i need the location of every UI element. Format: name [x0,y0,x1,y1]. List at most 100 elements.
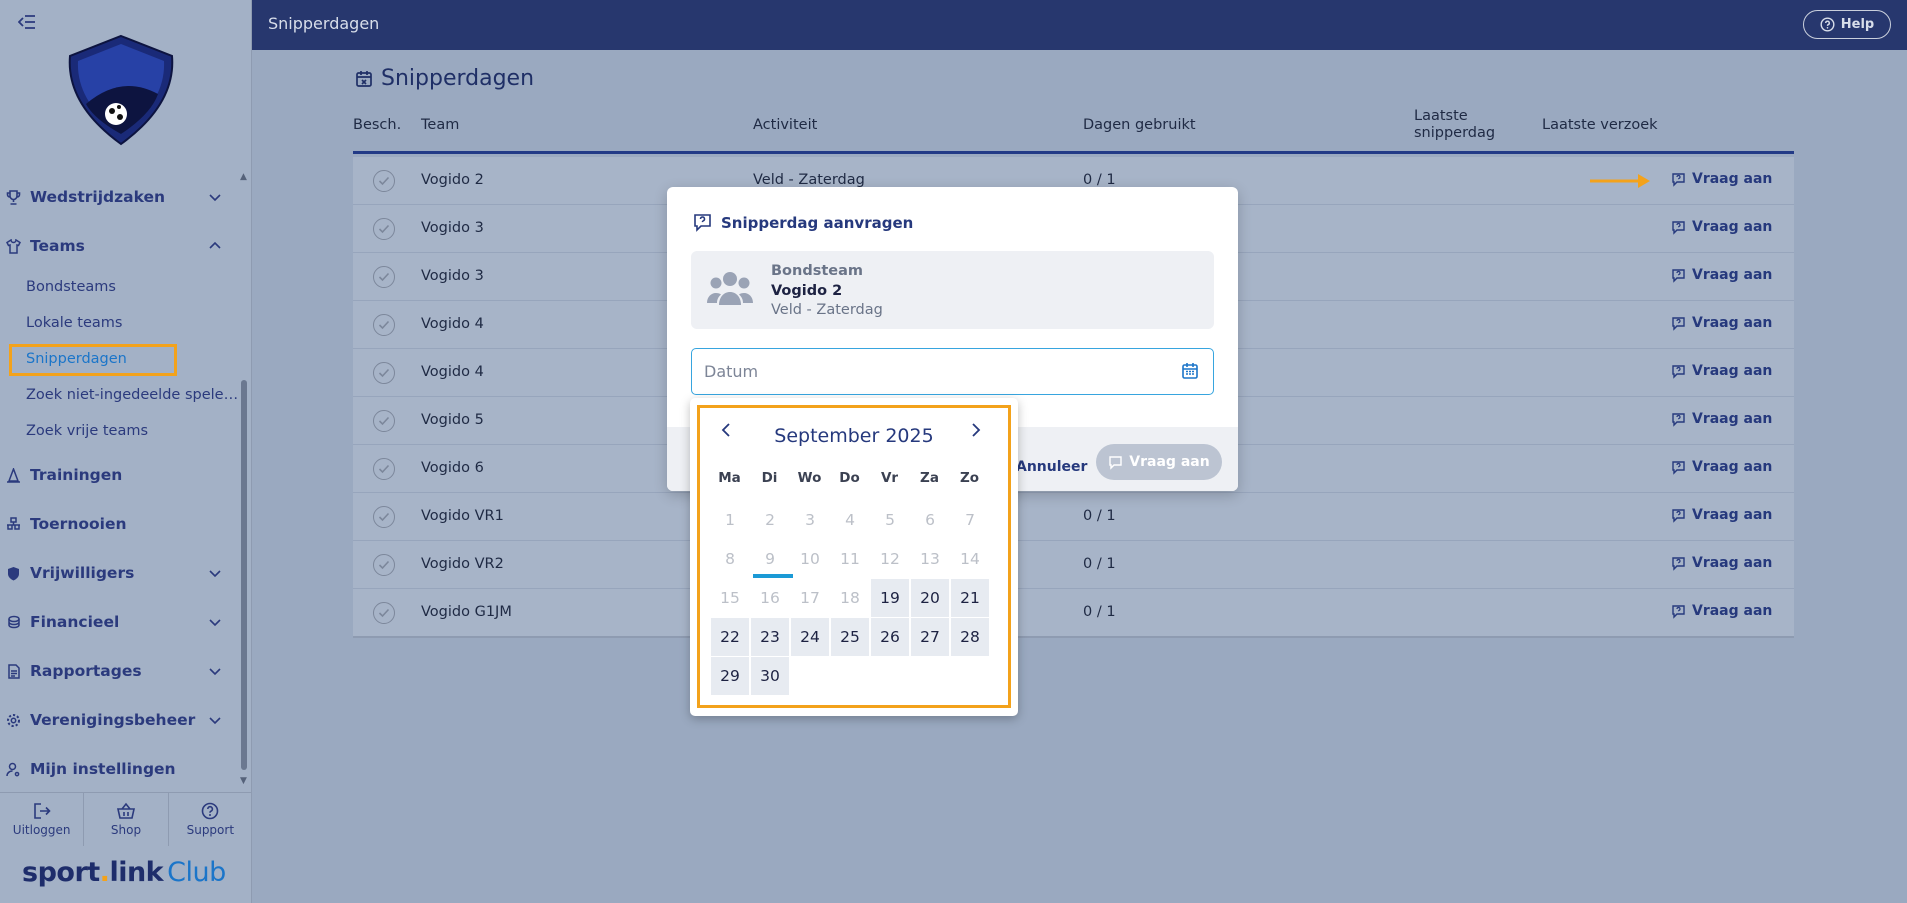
question-icon [202,802,219,820]
chevron-down-icon [208,664,222,678]
nav-vrijwilligers[interactable]: Vrijwilligers [0,556,236,590]
shop-button[interactable]: Shop [84,793,169,846]
team-activity: Veld - Zaterdag [771,302,883,318]
chat-question-icon [1672,556,1685,571]
nav-label: Financieel [30,613,120,631]
vraag-aan-link[interactable]: Vraag aan [1671,411,1772,427]
nav-teams[interactable]: Teams [0,229,236,263]
nav-label: Toernooien [30,515,127,533]
sidebar-item-zoek-spelers[interactable]: Zoek niet-ingedeelde spele… [26,382,238,408]
chevron-down-icon [208,566,222,580]
tournament-icon [5,516,21,532]
sidebar-item-lokale-teams[interactable]: Lokale teams [26,310,122,336]
table-header: Besch. Team Activiteit Dagen gebruikt La… [353,108,1794,154]
chat-question-icon [1672,460,1685,475]
vraag-aan-link[interactable]: Vraag aan [1671,555,1772,571]
top-bar: Snipperdagen Help [252,0,1907,50]
team-cell: Vogido 5 [421,412,484,428]
date-placeholder: Datum [704,362,759,381]
vraag-aan-link[interactable]: Vraag aan [1671,459,1772,475]
chat-question-icon [1672,316,1685,331]
support-button[interactable]: Support [169,793,252,846]
nav-toernooien[interactable]: Toernooien [0,507,236,541]
submit-button[interactable]: Vraag aan [1096,444,1222,480]
nav-label: Teams [30,237,85,255]
vraag-aan-link[interactable]: Vraag aan [1671,603,1772,619]
chat-question-icon [1672,412,1685,427]
sidebar-scrollbar[interactable]: ▲ ▼ [240,172,248,788]
sidebar-item-bondsteams[interactable]: Bondsteams [26,274,116,300]
nav-verenigingsbeheer[interactable]: Verenigingsbeheer [0,703,236,737]
dagen-cell: 0 / 1 [1083,172,1116,188]
heart-shield-icon [5,565,21,581]
nav-label: Vrijwilligers [30,564,135,582]
nav-trainingen[interactable]: Trainingen [0,458,236,492]
collapse-menu-icon[interactable] [17,14,40,34]
team-cell: Vogido 4 [421,364,484,380]
chat-question-icon [1672,508,1685,523]
table-row: Vogido VR1 0 / 1 Vraag aan [353,493,1794,541]
column-dagen-gebruikt: Dagen gebruikt [1083,117,1196,133]
trophy-icon [5,189,21,205]
nav-mijn-instellingen[interactable]: Mijn instellingen [0,752,236,786]
team-cell: Vogido 3 [421,268,484,284]
calendar-x-icon [356,70,372,87]
sidebar-item-zoek-vrije-teams[interactable]: Zoek vrije teams [26,418,148,444]
shirt-icon [5,238,21,254]
table-row: Vogido VR2 0 / 1 Vraag aan [353,541,1794,589]
coins-icon [5,614,21,630]
logout-button[interactable]: Uitloggen [0,793,85,846]
modal-title: Snipperdag aanvragen [693,213,913,232]
check-circle-icon [373,266,395,288]
vraag-aan-link[interactable]: Vraag aan [1671,219,1772,235]
chat-question-icon [1672,604,1685,619]
vraag-aan-link[interactable]: Vraag aan [1671,363,1772,379]
group-icon [707,269,753,313]
sidebar-footer: Uitloggen Shop Support [0,792,252,846]
help-button[interactable]: Help [1803,10,1891,39]
report-icon [5,663,21,679]
scroll-up-icon[interactable]: ▲ [240,172,247,182]
basket-icon [116,802,135,819]
chat-question-icon [1672,364,1685,379]
chevron-down-icon [208,713,222,727]
chevron-up-icon [208,239,222,253]
vraag-aan-link[interactable]: Vraag aan [1671,507,1772,523]
column-besch: Besch. [353,117,402,133]
team-cell: Vogido 2 [421,172,484,188]
column-laatste-verzoek: Laatste verzoek [1542,117,1658,133]
sportlink-club-logo: sport.link Club [22,857,226,888]
chat-question-icon [1672,172,1685,187]
vraag-aan-link[interactable]: Vraag aan [1671,171,1772,187]
scrollbar-thumb[interactable] [241,380,247,770]
nav-label: Rapportages [30,662,142,680]
team-name: Vogido 2 [771,283,843,299]
check-circle-icon [373,218,395,240]
team-cell: Vogido 6 [421,460,484,476]
sidebar: Wedstrijdzaken Teams Bondsteams Lokale t… [0,0,252,903]
nav-financieel[interactable]: Financieel [0,605,236,639]
chat-question-icon [1672,268,1685,283]
nav-label: Trainingen [30,466,123,484]
vraag-aan-link[interactable]: Vraag aan [1671,315,1772,331]
user-gear-icon [5,761,21,777]
calendar-icon[interactable] [1181,362,1199,384]
check-circle-icon [373,314,395,336]
logout-icon [33,803,51,819]
page-title: Snipperdagen [355,66,534,91]
team-cell: Vogido G1JM [421,604,512,620]
column-activiteit: Activiteit [753,117,818,133]
scroll-down-icon[interactable]: ▼ [240,776,247,786]
arrow-right-icon [1590,174,1650,188]
cancel-button[interactable]: Annuleer [1016,459,1087,475]
nav-label: Mijn instellingen [30,760,176,778]
nav-rapportages[interactable]: Rapportages [0,654,236,688]
activiteit-cell: Veld - Zaterdag [753,172,865,188]
table-row: Vogido G1JM 0 / 1 Vraag aan [353,589,1794,637]
check-circle-icon [373,506,395,528]
chat-question-icon [1109,455,1122,470]
vraag-aan-link[interactable]: Vraag aan [1671,267,1772,283]
date-field[interactable]: Datum [691,348,1214,395]
nav-wedstrijdzaken[interactable]: Wedstrijdzaken [0,180,236,214]
check-circle-icon [373,602,395,624]
